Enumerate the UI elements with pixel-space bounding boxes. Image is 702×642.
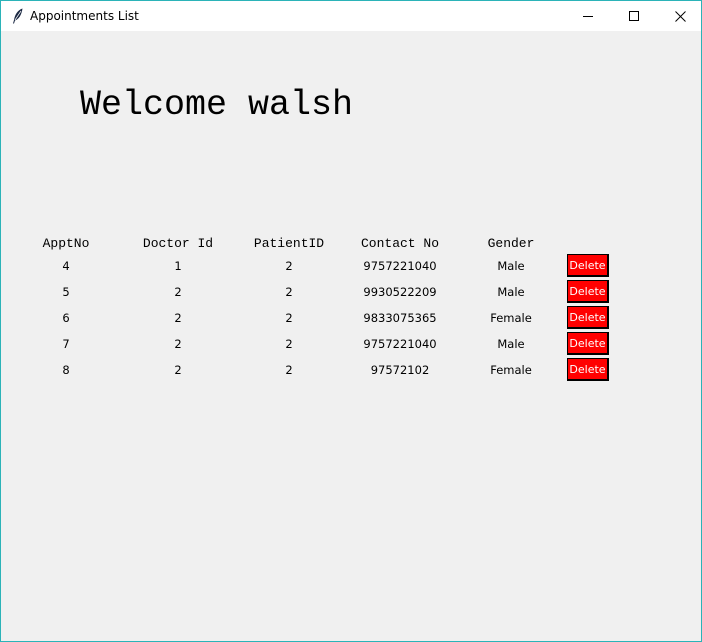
cell-contact-no: 9757221040 <box>363 337 437 351</box>
maximize-icon <box>629 11 639 21</box>
cell-doctor-id: 2 <box>174 285 182 299</box>
cell-contact-no: 9833075365 <box>363 311 437 325</box>
feather-icon <box>13 8 23 24</box>
cell-appt-no: 8 <box>62 363 70 377</box>
maximize-button[interactable] <box>611 1 657 31</box>
delete-button[interactable]: Delete <box>567 254 609 277</box>
cell-contact-no: 9757221040 <box>363 259 437 273</box>
cell-appt-no: 4 <box>62 259 70 273</box>
cell-gender: Female <box>490 363 532 377</box>
window-title: Appointments List <box>30 9 139 23</box>
header-gender: Gender <box>487 236 535 251</box>
delete-button[interactable]: Delete <box>567 332 609 355</box>
welcome-heading: Welcome walsh <box>80 85 354 125</box>
cell-doctor-id: 1 <box>174 259 182 273</box>
cell-gender: Male <box>497 337 525 351</box>
cell-contact-no: 97572102 <box>370 363 430 377</box>
header-patient-id: PatientID <box>253 236 325 251</box>
cell-patient-id: 2 <box>285 285 293 299</box>
cell-appt-no: 5 <box>62 285 70 299</box>
cell-doctor-id: 2 <box>174 311 182 325</box>
header-appt-no: ApptNo <box>42 236 90 251</box>
delete-button[interactable]: Delete <box>567 358 609 381</box>
cell-gender: Male <box>497 285 525 299</box>
cell-patient-id: 2 <box>285 311 293 325</box>
minimize-button[interactable] <box>565 1 611 31</box>
close-icon <box>674 10 686 22</box>
delete-button[interactable]: Delete <box>567 280 609 303</box>
cell-doctor-id: 2 <box>174 337 182 351</box>
appointments-window: Appointments List Welcome walsh ApptNo D… <box>0 0 702 642</box>
header-doctor-id: Doctor Id <box>142 236 214 251</box>
cell-patient-id: 2 <box>285 363 293 377</box>
cell-contact-no: 9930522209 <box>363 285 437 299</box>
cell-appt-no: 6 <box>62 311 70 325</box>
cell-patient-id: 2 <box>285 259 293 273</box>
close-button[interactable] <box>657 1 701 31</box>
cell-patient-id: 2 <box>285 337 293 351</box>
minimize-icon <box>583 16 593 17</box>
cell-gender: Female <box>490 311 532 325</box>
header-contact-no: Contact No <box>360 236 440 251</box>
cell-doctor-id: 2 <box>174 363 182 377</box>
cell-appt-no: 7 <box>62 337 70 351</box>
delete-button[interactable]: Delete <box>567 306 609 329</box>
cell-gender: Male <box>497 259 525 273</box>
title-bar[interactable]: Appointments List <box>1 1 701 31</box>
